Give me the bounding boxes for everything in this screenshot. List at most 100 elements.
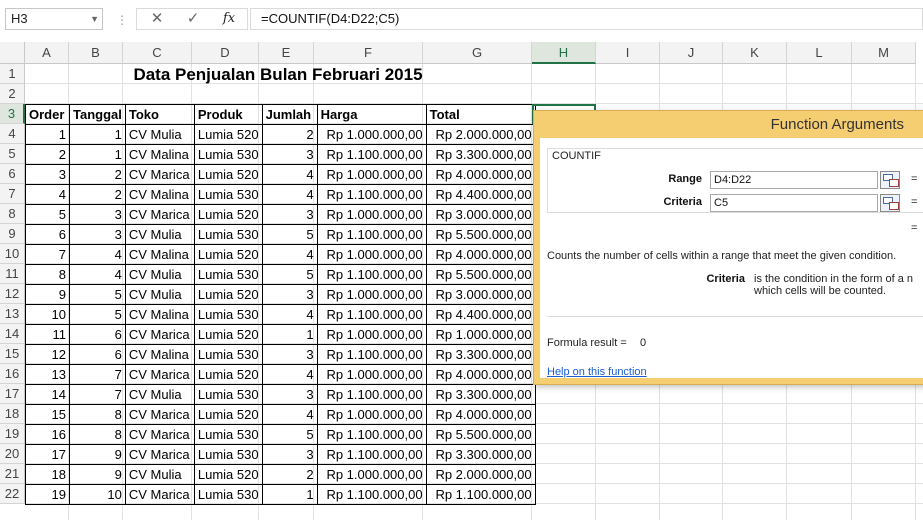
header-toko[interactable]: Toko <box>124 104 195 125</box>
cell-jumlah[interactable]: 5 <box>261 424 318 445</box>
cell-tanggal[interactable]: 5 <box>69 304 126 325</box>
row-header[interactable]: 22 <box>0 484 25 504</box>
cell-toko[interactable]: CV Marica <box>124 164 195 185</box>
cell-order[interactable]: 12 <box>25 344 70 365</box>
cell-toko[interactable]: CV Marica <box>124 204 195 225</box>
cell-harga[interactable]: Rp 1.100.000,00 <box>316 484 427 505</box>
column-header-i[interactable]: I <box>596 42 660 64</box>
cell-produk[interactable]: Lumia 530 <box>193 304 263 325</box>
cell-total[interactable]: Rp 4.400.000,00 <box>425 184 536 205</box>
cell-produk[interactable]: Lumia 520 <box>193 244 263 265</box>
cell-produk[interactable]: Lumia 530 <box>193 264 263 285</box>
cell-produk[interactable]: Lumia 520 <box>193 164 263 185</box>
cell-order[interactable]: 6 <box>25 224 70 245</box>
cell-harga[interactable]: Rp 1.000.000,00 <box>316 204 427 225</box>
cell-produk[interactable]: Lumia 530 <box>193 484 263 505</box>
cell-harga[interactable]: Rp 1.100.000,00 <box>316 304 427 325</box>
row-header[interactable]: 2 <box>0 84 25 104</box>
collapse-dialog-icon[interactable] <box>880 194 900 212</box>
row-header[interactable]: 13 <box>0 304 25 324</box>
column-header-f[interactable]: F <box>314 42 423 64</box>
cell-toko[interactable]: CV Marica <box>124 484 195 505</box>
cell-total[interactable]: Rp 3.300.000,00 <box>425 384 536 405</box>
cell-harga[interactable]: Rp 1.000.000,00 <box>316 364 427 385</box>
cell-toko[interactable]: CV Mulia <box>124 284 195 305</box>
cell-total[interactable]: Rp 4.000.000,00 <box>425 244 536 265</box>
cell-harga[interactable]: Rp 1.100.000,00 <box>316 264 427 285</box>
row-header[interactable]: 21 <box>0 464 25 484</box>
cell-jumlah[interactable]: 4 <box>261 164 318 185</box>
cell-total[interactable]: Rp 4.400.000,00 <box>425 304 536 325</box>
cell-order[interactable]: 4 <box>25 184 70 205</box>
cell-total[interactable]: Rp 4.000.000,00 <box>425 364 536 385</box>
cell-total[interactable]: Rp 4.000.000,00 <box>425 404 536 425</box>
cell-order[interactable]: 11 <box>25 324 70 345</box>
cell-total[interactable]: Rp 3.300.000,00 <box>425 444 536 465</box>
cell-produk[interactable]: Lumia 530 <box>193 184 263 205</box>
cell-order[interactable]: 16 <box>25 424 70 445</box>
cell-produk[interactable]: Lumia 530 <box>193 224 263 245</box>
row-header[interactable]: 8 <box>0 204 25 224</box>
cancel-icon[interactable]: ✕ <box>141 9 173 29</box>
cell-tanggal[interactable]: 7 <box>69 364 126 385</box>
row-header[interactable]: 11 <box>0 264 25 284</box>
name-box[interactable]: H3 ▼ <box>5 8 103 30</box>
header-harga[interactable]: Harga <box>316 104 427 125</box>
row-header[interactable]: 15 <box>0 344 25 364</box>
row-header[interactable]: 16 <box>0 364 25 384</box>
cell-tanggal[interactable]: 9 <box>69 444 126 465</box>
cell-total[interactable]: Rp 1.100.000,00 <box>425 484 536 505</box>
cell-tanggal[interactable]: 1 <box>69 124 126 145</box>
cell-total[interactable]: Rp 4.000.000,00 <box>425 164 536 185</box>
cell-order[interactable]: 15 <box>25 404 70 425</box>
criteria-input[interactable]: C5 <box>710 194 878 212</box>
cell-harga[interactable]: Rp 1.100.000,00 <box>316 344 427 365</box>
cell-harga[interactable]: Rp 1.100.000,00 <box>316 444 427 465</box>
row-header[interactable]: 1 <box>0 64 25 84</box>
cell-tanggal[interactable]: 8 <box>69 424 126 445</box>
column-header-m[interactable]: M <box>852 42 916 64</box>
cell-tanggal[interactable]: 2 <box>69 164 126 185</box>
sheet-title[interactable]: Data Penjualan Bulan Februari 2015 <box>25 64 531 84</box>
cell-jumlah[interactable]: 3 <box>261 144 318 165</box>
cell-tanggal[interactable]: 3 <box>69 224 126 245</box>
cell-total[interactable]: Rp 3.000.000,00 <box>425 204 536 225</box>
cell-produk[interactable]: Lumia 520 <box>193 324 263 345</box>
cell-toko[interactable]: CV Marica <box>124 424 195 445</box>
cell-harga[interactable]: Rp 1.100.000,00 <box>316 424 427 445</box>
cell-produk[interactable]: Lumia 530 <box>193 424 263 445</box>
cell-harga[interactable]: Rp 1.000.000,00 <box>316 284 427 305</box>
cell-produk[interactable]: Lumia 530 <box>193 444 263 465</box>
cell-jumlah[interactable]: 4 <box>261 244 318 265</box>
cell-tanggal[interactable]: 1 <box>69 144 126 165</box>
cell-total[interactable]: Rp 5.500.000,00 <box>425 424 536 445</box>
row-header[interactable]: 3 <box>0 104 25 124</box>
cell-jumlah[interactable]: 4 <box>261 184 318 205</box>
cell-total[interactable]: Rp 5.500.000,00 <box>425 264 536 285</box>
column-header-e[interactable]: E <box>259 42 314 64</box>
cell-toko[interactable]: CV Malina <box>124 344 195 365</box>
cell-toko[interactable]: CV Marica <box>124 324 195 345</box>
cell-total[interactable]: Rp 5.500.000,00 <box>425 224 536 245</box>
cell-jumlah[interactable]: 4 <box>261 364 318 385</box>
cell-toko[interactable]: CV Malina <box>124 184 195 205</box>
cell-order[interactable]: 19 <box>25 484 70 505</box>
cell-order[interactable]: 3 <box>25 164 70 185</box>
dialog-title[interactable]: Function Arguments <box>534 116 904 133</box>
cell-order[interactable]: 14 <box>25 384 70 405</box>
cell-produk[interactable]: Lumia 530 <box>193 384 263 405</box>
cell-harga[interactable]: Rp 1.100.000,00 <box>316 224 427 245</box>
cell-harga[interactable]: Rp 1.000.000,00 <box>316 244 427 265</box>
cell-total[interactable]: Rp 3.300.000,00 <box>425 344 536 365</box>
header-total[interactable]: Total <box>425 104 536 125</box>
cell-toko[interactable]: CV Malina <box>124 244 195 265</box>
insert-function-icon[interactable]: fx <box>213 9 245 29</box>
cell-jumlah[interactable]: 5 <box>261 224 318 245</box>
cell-total[interactable]: Rp 2.000.000,00 <box>425 124 536 145</box>
cell-tanggal[interactable]: 4 <box>69 264 126 285</box>
header-tanggal[interactable]: Tanggal <box>69 104 126 125</box>
cell-produk[interactable]: Lumia 520 <box>193 204 263 225</box>
column-header-c[interactable]: C <box>123 42 192 64</box>
row-header[interactable]: 12 <box>0 284 25 304</box>
cell-toko[interactable]: CV Marica <box>124 444 195 465</box>
